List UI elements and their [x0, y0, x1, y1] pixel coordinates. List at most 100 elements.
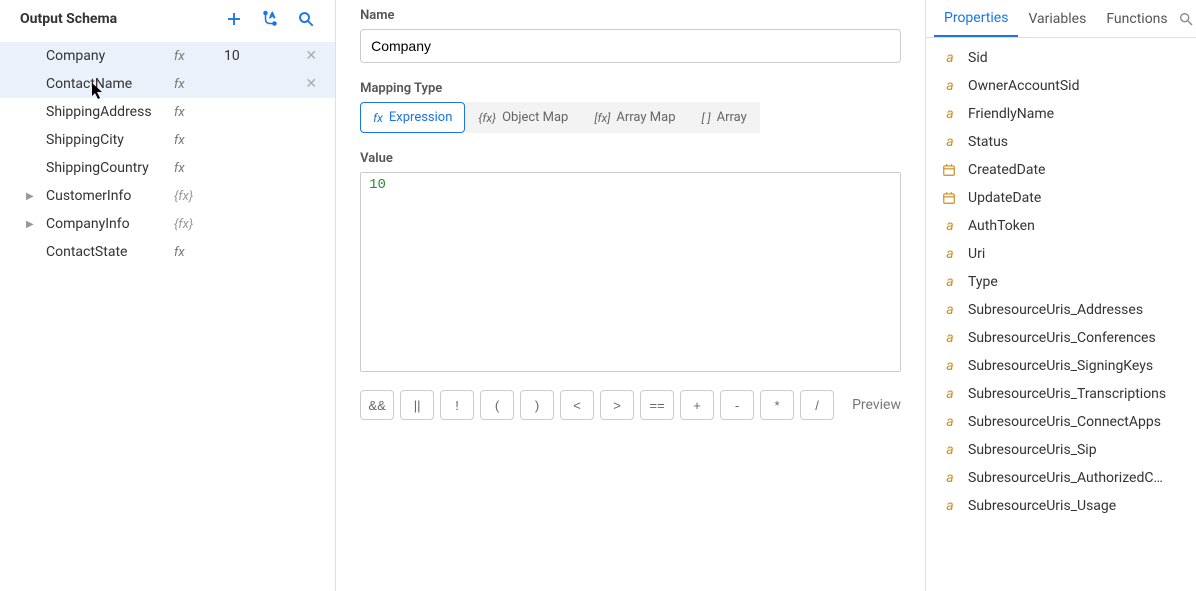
property-item[interactable]: aSid [926, 44, 1196, 72]
property-item[interactable]: aAuthToken [926, 212, 1196, 240]
property-item[interactable]: aUri [926, 240, 1196, 268]
property-item[interactable]: aSubresourceUris_SigningKeys [926, 352, 1196, 380]
property-item[interactable]: aSubresourceUris_Transcriptions [926, 380, 1196, 408]
chevron-right-icon[interactable]: ▶ [26, 219, 34, 230]
operator-button[interactable]: && [360, 390, 394, 420]
schema-item[interactable]: ShippingCityfx [0, 126, 335, 154]
mapping-type-expression[interactable]: fx Expression [360, 102, 465, 133]
schema-item[interactable]: ContactStatefx [0, 238, 335, 266]
tab-functions[interactable]: Functions [1096, 1, 1177, 36]
schema-item-name: ContactState [24, 244, 174, 260]
schema-item[interactable]: ContactNamefx ✕ [0, 70, 335, 98]
tab-variables[interactable]: Variables [1018, 1, 1096, 36]
mapping-type-label: Expression [389, 110, 453, 125]
close-icon[interactable]: ✕ [305, 48, 317, 64]
operator-button[interactable]: + [680, 390, 714, 420]
properties-list: aSidaOwnerAccountSidaFriendlyNameaStatus… [926, 38, 1196, 526]
text-type-icon: a [942, 218, 958, 234]
mapping-type-array-map[interactable]: [fx]Array Map [581, 102, 688, 133]
property-item[interactable]: a SubresourceUris_Usage [926, 492, 1196, 520]
schema-item[interactable]: ShippingCountryfx [0, 154, 335, 182]
operator-button[interactable]: * [760, 390, 794, 420]
property-name: SubresourceUris_Transcriptions [968, 386, 1166, 402]
text-type-icon: a [942, 50, 958, 66]
calendar-icon [942, 163, 958, 177]
property-item[interactable]: aSubresourceUris_Addresses [926, 296, 1196, 324]
operator-button[interactable]: - [720, 390, 754, 420]
schema-item[interactable]: ShippingAddressfx [0, 98, 335, 126]
mapping-type-icon: fx [373, 111, 383, 125]
chevron-right-icon[interactable]: ▶ [26, 191, 34, 202]
text-type-icon: a [942, 78, 958, 94]
property-item[interactable]: aSubresourceUris_Conferences [926, 324, 1196, 352]
text-type-icon: a [942, 330, 958, 346]
editor-panel: Name Mapping Type fx Expression {fx}Object… [336, 0, 926, 591]
value-editor[interactable] [360, 172, 901, 372]
fx-icon: {fx} [174, 217, 224, 232]
operator-button[interactable]: ) [520, 390, 554, 420]
schema-item-name: CompanyInfo [24, 216, 174, 232]
schema-item-name: Company [24, 48, 174, 64]
schema-item-name: ContactName [24, 76, 174, 92]
schema-list: Companyfx10✕ContactNamefx✕ShippingAddres… [0, 38, 335, 266]
property-name: SubresourceUris_Addresses [968, 302, 1143, 318]
property-item[interactable]: a Status [926, 128, 1196, 156]
search-icon[interactable] [297, 10, 315, 28]
operator-button[interactable]: > [600, 390, 634, 420]
name-label: Name [360, 8, 901, 23]
property-item[interactable]: CreatedDate [926, 156, 1196, 184]
property-item[interactable]: a SubresourceUris_ConnectApps [926, 408, 1196, 436]
property-item[interactable]: aOwnerAccountSid [926, 72, 1196, 100]
close-icon[interactable]: ✕ [305, 76, 317, 92]
operator-button[interactable]: == [640, 390, 674, 420]
add-icon[interactable] [225, 10, 243, 28]
property-item[interactable]: UpdateDate [926, 184, 1196, 212]
schema-item[interactable]: ▶CustomerInfo{fx} [0, 182, 335, 210]
property-name: SubresourceUris_Sip [968, 442, 1097, 458]
schema-item[interactable]: Companyfx10 ✕ [0, 42, 335, 70]
operator-button[interactable]: ! [440, 390, 474, 420]
fx-icon: fx [174, 77, 224, 92]
property-name: SubresourceUris_Usage [968, 498, 1116, 514]
operator-button[interactable]: || [400, 390, 434, 420]
mapping-type-label: Object Map [502, 110, 568, 125]
operator-button[interactable]: / [800, 390, 834, 420]
text-type-icon: a [942, 498, 958, 514]
calendar-icon [942, 191, 958, 205]
name-input[interactable] [360, 29, 901, 63]
output-schema-panel: Output Schema A Companyfx10✕ContactNamef… [0, 0, 336, 591]
fx-icon: fx [174, 49, 224, 64]
preview-link[interactable]: Preview [852, 397, 901, 413]
property-item[interactable]: aType [926, 268, 1196, 296]
branch-icon[interactable]: A [261, 10, 279, 28]
property-item[interactable]: aFriendlyName [926, 100, 1196, 128]
property-name: Status [968, 134, 1008, 150]
text-type-icon: a [942, 134, 958, 150]
mapping-type-object-map[interactable]: {fx}Object Map [465, 102, 581, 133]
property-name: Type [968, 274, 998, 290]
tab-properties[interactable]: Properties [934, 0, 1018, 37]
mapping-type-label: Array [717, 110, 747, 125]
operator-button[interactable]: < [560, 390, 594, 420]
text-type-icon: a [942, 470, 958, 486]
properties-panel: PropertiesVariablesFunctions aSidaOwnerA… [926, 0, 1196, 591]
property-name: SubresourceUris_ConnectApps [968, 414, 1161, 430]
search-icon[interactable] [1178, 11, 1196, 27]
fx-icon: fx [174, 133, 224, 148]
text-type-icon: a [942, 106, 958, 122]
mapping-type-icon: [fx] [594, 111, 610, 125]
output-schema-title: Output Schema [20, 11, 117, 27]
mapping-type-label: Mapping Type [360, 81, 901, 96]
schema-item-name: CustomerInfo [24, 188, 174, 204]
text-type-icon: a [942, 358, 958, 374]
schema-item-name: ShippingCountry [24, 160, 174, 176]
operator-button[interactable]: ( [480, 390, 514, 420]
property-item[interactable]: aSubresourceUris_Sip [926, 436, 1196, 464]
mapping-type-array[interactable]: [ ]Array [689, 102, 760, 133]
property-item[interactable]: aSubresourceUris_AuthorizedC… [926, 464, 1196, 492]
schema-item-value: 10 [224, 48, 240, 64]
text-type-icon: a [942, 414, 958, 430]
schema-item[interactable]: ▶CompanyInfo{fx} [0, 210, 335, 238]
schema-item-name: ShippingCity [24, 132, 174, 148]
property-name: CreatedDate [968, 162, 1045, 178]
